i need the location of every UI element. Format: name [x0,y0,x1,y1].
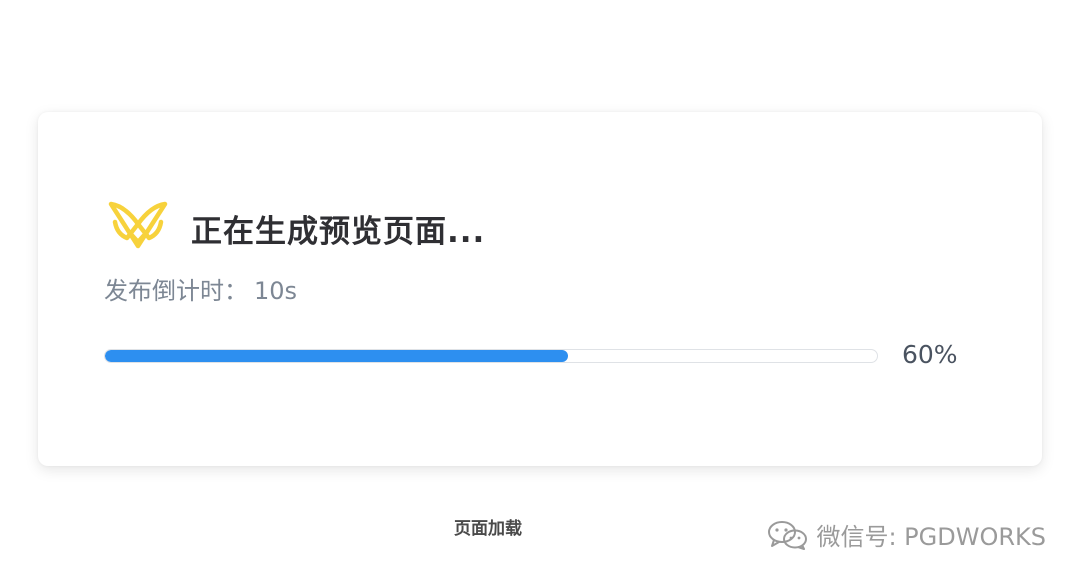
loading-title: 正在生成预览页面... [191,214,486,250]
progress-bar-fill [105,350,569,362]
watermark-text: 微信号: PGDWORKS [816,523,1046,551]
loading-card: 正在生成预览页面... 发布倒计时： 10s 60% [38,112,1042,466]
publish-countdown: 发布倒计时： 10s [104,271,297,306]
progress-bar [104,349,878,363]
wechat-icon [768,520,808,550]
watermark: 微信号: PGDWORKS [766,517,1046,552]
butterfly-logo-icon [108,201,168,249]
countdown-label: 发布倒计时： [104,277,248,305]
progress-percent: 60% [902,340,958,369]
countdown-value: 10s [254,277,298,305]
